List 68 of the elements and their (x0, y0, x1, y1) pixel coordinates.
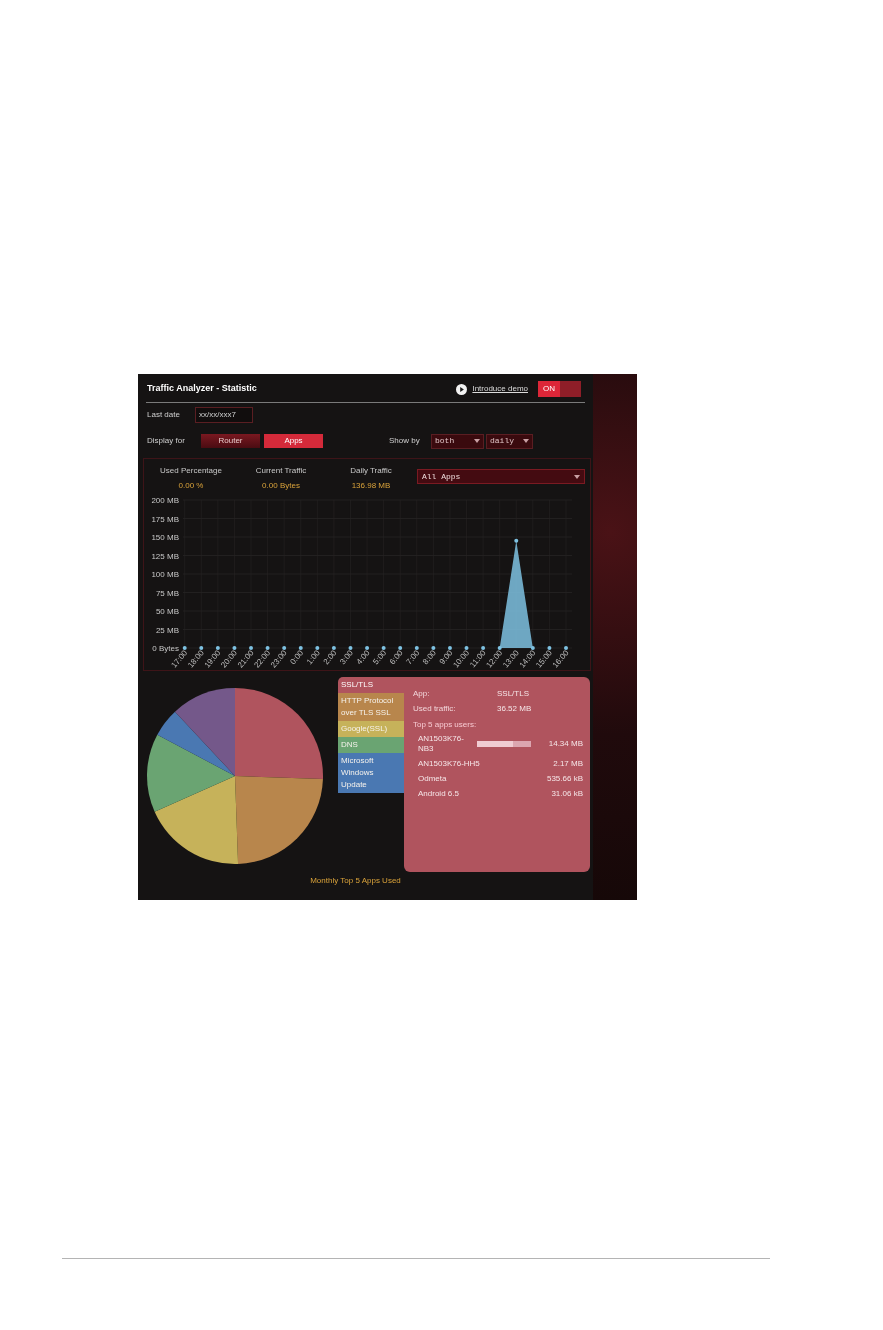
axis-label: 175 MB (151, 514, 179, 524)
show-by-dropdown[interactable]: both (431, 433, 484, 449)
page-title: Traffic Analyzer - Statistic (147, 382, 257, 396)
data-point (199, 646, 204, 650)
caret-icon (574, 474, 580, 479)
user-name: Odmeta (418, 774, 448, 784)
detail-label: App: (413, 689, 431, 699)
caret-icon (523, 439, 529, 443)
detail-value: 36.52 MB (497, 704, 532, 714)
data-point (265, 646, 270, 650)
field-label: Display for (147, 435, 186, 447)
play-icon[interactable] (456, 383, 468, 395)
legend-item[interactable]: Microsoft Windows Update (338, 753, 404, 793)
user-name: Android 6.5 (418, 789, 460, 799)
legend-item[interactable]: HTTP Protocol over TLS SSL (338, 693, 404, 721)
data-point (331, 646, 336, 650)
axis-label: 200 MB (151, 496, 179, 505)
detail-value: SSL/TLS (497, 689, 529, 699)
user-name: AN1503K76-HH5 (418, 759, 481, 769)
data-point (564, 646, 568, 650)
stat-label: Daily Traffic (350, 466, 392, 476)
data-point (398, 646, 403, 650)
axis-label: 100 MB (151, 570, 179, 579)
user-traffic: 2.17 MB (553, 759, 583, 769)
user-traffic: 14.34 MB (548, 739, 583, 749)
axis-label: 75 MB (155, 588, 179, 598)
field-label: Last date (147, 409, 181, 421)
data-point (481, 646, 486, 650)
user-traffic: 31.06 kB (551, 789, 583, 799)
data-point (182, 646, 187, 650)
field-label: Show by (389, 435, 421, 447)
stat-label: Used Percentage (160, 466, 222, 476)
user-name: AN1503K76-NB3 (418, 734, 465, 754)
display-option-button[interactable]: Apps (264, 434, 323, 448)
stat-label: Current Traffic (255, 466, 307, 476)
date-field[interactable]: xx/xx/xxx7 (195, 407, 253, 423)
data-point (381, 646, 386, 650)
data-point (447, 646, 452, 650)
app-filter-dropdown[interactable]: All Apps (417, 469, 585, 484)
demo-link[interactable]: Introduce demo (472, 383, 528, 395)
display-option-button[interactable]: Router (201, 434, 260, 448)
data-point (315, 646, 320, 650)
stat-value: 0.00 % (178, 481, 204, 491)
data-point (547, 646, 552, 650)
data-point (232, 646, 237, 650)
stat-value: 0.00 Bytes (262, 481, 300, 491)
data-point (464, 646, 469, 650)
data-point (298, 646, 303, 650)
show-by-dropdown[interactable]: daily (486, 433, 533, 449)
caret-icon (474, 439, 480, 443)
detail-label: Used traffic: (413, 704, 457, 714)
pie-caption: Monthly Top 5 Apps Used (310, 875, 401, 887)
axis-label: 125 MB (151, 551, 179, 561)
data-point (365, 646, 370, 650)
data-point (414, 646, 419, 650)
data-point (348, 646, 353, 650)
legend-item[interactable]: DNS (338, 737, 404, 753)
axis-label: 150 MB (151, 533, 179, 542)
legend-item[interactable]: SSL/TLS (338, 677, 404, 693)
data-point (215, 646, 220, 650)
axis-label: 50 MB (155, 607, 179, 616)
data-point (249, 646, 253, 650)
data-point (282, 646, 287, 650)
user-traffic: 535.66 kB (546, 774, 583, 784)
axis-label: 25 MB (155, 625, 179, 635)
data-point (431, 646, 436, 650)
stat-value: 136.98 MB (351, 481, 391, 491)
users-heading: Top 5 apps users: (413, 720, 478, 730)
